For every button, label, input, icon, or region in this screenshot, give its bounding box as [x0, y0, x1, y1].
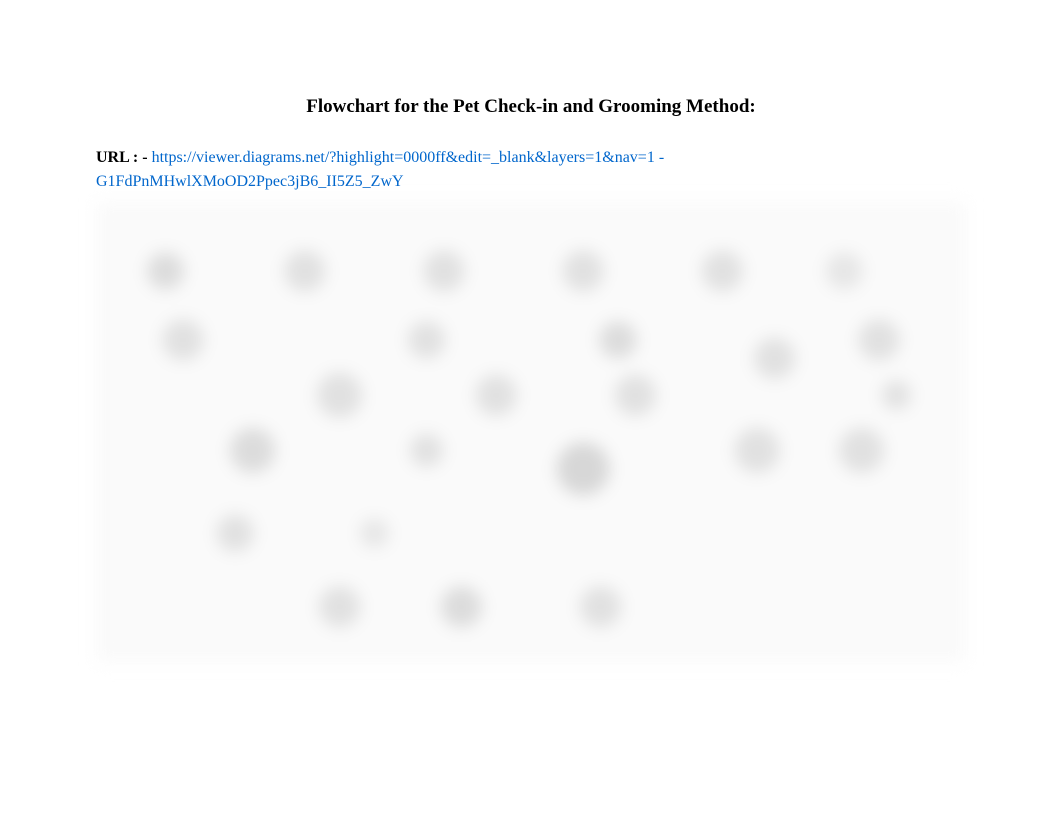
url-link[interactable]: https://viewer.diagrams.net/?highlight=0… — [96, 149, 664, 190]
url-line: URL : - https://viewer.diagrams.net/?hig… — [96, 146, 966, 194]
url-label: URL : - — [96, 149, 152, 166]
document-content: Flowchart for the Pet Check-in and Groom… — [0, 0, 1062, 662]
flowchart-image-blurred — [96, 202, 966, 662]
page-title: Flowchart for the Pet Check-in and Groom… — [96, 96, 966, 118]
